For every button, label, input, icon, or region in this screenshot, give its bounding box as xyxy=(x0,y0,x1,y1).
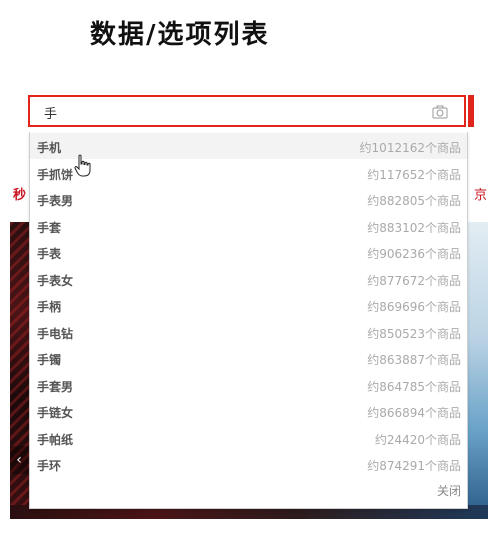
suggestion-item[interactable]: 手表男 约882805个商品 xyxy=(30,186,467,212)
suggestion-item[interactable]: 手链女 约866894个商品 xyxy=(30,398,467,424)
search-box xyxy=(28,95,466,127)
suggestion-keyword: 手电钻 xyxy=(37,327,74,341)
background-tab-label-left: 秒 xyxy=(13,188,27,203)
suggestion-count: 约906236个商品 xyxy=(367,247,461,261)
suggestion-keyword: 手镯 xyxy=(37,353,62,367)
suggestion-count: 约882805个商品 xyxy=(367,194,461,208)
suggestion-keyword: 手链女 xyxy=(37,406,74,420)
suggestion-item[interactable]: 手帕纸 约24420个商品 xyxy=(30,425,467,451)
suggestion-count: 约869696个商品 xyxy=(367,300,461,314)
suggestion-keyword: 手机 xyxy=(37,141,62,155)
suggestion-count: 约850523个商品 xyxy=(367,327,461,341)
search-input[interactable] xyxy=(44,104,424,120)
suggestion-keyword: 手柄 xyxy=(37,300,62,314)
suggestion-count: 约24420个商品 xyxy=(374,433,461,447)
suggestion-count: 约864785个商品 xyxy=(367,380,461,394)
suggestion-keyword: 手套 xyxy=(37,221,62,235)
suggestion-count: 约1012162个商品 xyxy=(359,141,461,155)
background-tab-label-right: 京 xyxy=(474,188,488,203)
suggestion-keyword: 手套男 xyxy=(37,380,74,394)
suggestion-keyword: 手抓饼 xyxy=(37,168,74,182)
suggestion-keyword: 手帕纸 xyxy=(37,433,74,447)
suggestion-keyword: 手表 xyxy=(37,247,62,261)
carousel-prev-button[interactable]: ‹ xyxy=(10,446,28,474)
suggestion-dropdown: 关闭 手机 约1012162个商品手抓饼 约117652个商品手表男 约882805个… xyxy=(29,132,468,509)
suggestion-count: 约883102个商品 xyxy=(367,221,461,235)
suggestion-item[interactable]: 手环 约874291个商品 xyxy=(30,451,467,477)
suggestion-count: 约117652个商品 xyxy=(367,168,461,182)
suggestion-count: 约877672个商品 xyxy=(367,274,461,288)
suggestion-item[interactable]: 手表 约906236个商品 xyxy=(30,239,467,265)
suggestion-keyword: 手环 xyxy=(37,459,62,473)
suggestion-item[interactable]: 手套男 约864785个商品 xyxy=(30,372,467,398)
search-button[interactable] xyxy=(468,95,474,127)
suggestion-keyword: 手表女 xyxy=(37,274,74,288)
close-suggestions-link[interactable]: 关闭 xyxy=(437,482,461,499)
suggestion-item[interactable]: 手电钻 约850523个商品 xyxy=(30,319,467,345)
hand-cursor-icon xyxy=(74,154,91,177)
page-title: 数据/选项列表 xyxy=(90,20,270,50)
suggestion-item[interactable]: 手镯 约863887个商品 xyxy=(30,345,467,371)
suggestion-item[interactable]: 手机 约1012162个商品 xyxy=(30,133,467,159)
suggestion-count: 约863887个商品 xyxy=(367,353,461,367)
suggestion-item[interactable]: 手套 约883102个商品 xyxy=(30,213,467,239)
camera-icon[interactable] xyxy=(432,105,448,119)
suggestion-item[interactable]: 手抓饼 约117652个商品 xyxy=(30,160,467,186)
suggestion-count: 约874291个商品 xyxy=(367,459,461,473)
suggestion-count: 约866894个商品 xyxy=(367,406,461,420)
suggestion-item[interactable]: 手表女 约877672个商品 xyxy=(30,266,467,292)
background-banner-right xyxy=(466,222,488,518)
suggestion-item[interactable]: 手柄 约869696个商品 xyxy=(30,292,467,318)
suggestion-keyword: 手表男 xyxy=(37,194,74,208)
